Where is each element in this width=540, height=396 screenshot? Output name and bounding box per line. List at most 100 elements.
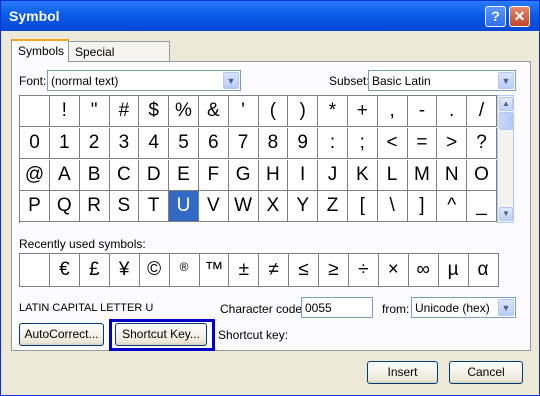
- chevron-down-icon[interactable]: ▼: [498, 72, 514, 89]
- font-select[interactable]: (normal text) ▼: [47, 70, 241, 91]
- tab-symbols[interactable]: Symbols: [11, 39, 69, 62]
- symbol-cell[interactable]: _: [467, 191, 497, 223]
- symbol-cell[interactable]: W: [228, 191, 259, 223]
- recent-symbols[interactable]: € £ ¥ © ® ™ ± ≠ ≤ ≥ ÷ × ∞ µ α: [19, 253, 499, 287]
- symbol-cell[interactable]: %: [169, 96, 199, 127]
- subset-select[interactable]: Basic Latin ▼: [368, 70, 516, 91]
- symbol-cell[interactable]: A: [49, 159, 80, 191]
- symbol-cell[interactable]: 1: [49, 127, 80, 159]
- recent-symbol-cell[interactable]: ©: [139, 254, 170, 287]
- symbol-cell[interactable]: 5: [169, 127, 199, 159]
- symbol-cell[interactable]: $: [139, 96, 170, 127]
- symbol-cell[interactable]: O: [467, 159, 497, 191]
- symbol-cell[interactable]: ;: [347, 127, 378, 159]
- recent-symbol-cell[interactable]: ¥: [109, 254, 140, 287]
- symbol-cell[interactable]: [: [347, 191, 378, 223]
- recent-symbol-cell[interactable]: €: [49, 254, 80, 287]
- symbol-cell[interactable]: ]: [407, 191, 438, 223]
- symbol-cell[interactable]: G: [228, 159, 259, 191]
- tab-special-characters[interactable]: Special Characters: [68, 41, 170, 73]
- symbol-grid-scrollbar[interactable]: ▲ ▼: [497, 95, 514, 223]
- chevron-down-icon[interactable]: ▼: [498, 299, 514, 316]
- symbol-cell[interactable]: -: [407, 96, 438, 127]
- symbol-cell[interactable]: 2: [79, 127, 110, 159]
- symbol-cell[interactable]: #: [109, 96, 140, 127]
- symbol-cell[interactable]: =: [407, 127, 438, 159]
- symbol-cell[interactable]: F: [198, 159, 229, 191]
- symbol-cell[interactable]: 8: [258, 127, 289, 159]
- symbol-cell[interactable]: 4: [139, 127, 170, 159]
- symbol-cell[interactable]: &: [198, 96, 229, 127]
- symbol-cell[interactable]: 0: [20, 127, 50, 159]
- symbol-cell[interactable]: X: [258, 191, 289, 223]
- chevron-down-icon[interactable]: ▼: [223, 72, 239, 89]
- symbol-cell[interactable]: !: [49, 96, 80, 127]
- symbol-cell[interactable]: @: [20, 159, 50, 191]
- symbol-cell[interactable]: J: [318, 159, 348, 191]
- symbol-cell[interactable]: 7: [228, 127, 259, 159]
- symbol-cell[interactable]: B: [79, 159, 110, 191]
- symbol-cell[interactable]: D: [139, 159, 170, 191]
- symbol-cell[interactable]: >: [437, 127, 468, 159]
- recent-symbol-cell[interactable]: ≤: [289, 254, 320, 287]
- symbol-cell[interactable]: <: [377, 127, 408, 159]
- recent-symbol-cell[interactable]: [20, 254, 50, 287]
- from-select[interactable]: Unicode (hex) ▼: [411, 297, 516, 318]
- symbol-cell[interactable]: (: [258, 96, 289, 127]
- symbol-grid[interactable]: ! " # $% & '() * +, -./ 0 1 2 3 4 5 6 7 8 9:; < = >? @ A B C D E F G H…: [19, 95, 497, 223]
- character-code-input[interactable]: 0055: [301, 297, 373, 318]
- recent-symbol-cell[interactable]: µ: [438, 254, 469, 287]
- scroll-down-icon[interactable]: ▼: [499, 207, 513, 221]
- recent-symbol-cell[interactable]: ™: [199, 254, 230, 287]
- symbol-cell[interactable]: ^: [437, 191, 468, 223]
- symbol-cell[interactable]: \: [377, 191, 408, 223]
- symbol-cell[interactable]: :: [318, 127, 348, 159]
- symbol-cell[interactable]: 6: [198, 127, 229, 159]
- symbol-cell[interactable]: I: [288, 159, 319, 191]
- symbol-cell[interactable]: N: [437, 159, 468, 191]
- recent-symbol-cell[interactable]: ÷: [348, 254, 379, 287]
- symbol-cell[interactable]: ?: [467, 127, 497, 159]
- symbol-cell[interactable]: /: [467, 96, 497, 127]
- symbol-cell[interactable]: T: [139, 191, 170, 223]
- symbol-cell[interactable]: U: [169, 191, 199, 223]
- recent-symbol-cell[interactable]: ®: [169, 254, 200, 287]
- symbol-cell[interactable]: H: [258, 159, 289, 191]
- insert-button[interactable]: Insert: [367, 361, 438, 384]
- close-button[interactable]: ✕: [509, 6, 530, 27]
- symbol-cell[interactable]: 9: [288, 127, 319, 159]
- recent-symbol-cell[interactable]: α: [468, 254, 499, 287]
- symbol-cell[interactable]: ': [228, 96, 259, 127]
- help-button[interactable]: ?: [485, 6, 506, 27]
- symbol-cell[interactable]: P: [20, 191, 50, 223]
- symbol-cell[interactable]: .: [437, 96, 468, 127]
- symbol-cell[interactable]: R: [79, 191, 110, 223]
- recent-symbol-cell[interactable]: £: [79, 254, 110, 287]
- symbol-cell[interactable]: M: [407, 159, 438, 191]
- symbol-cell[interactable]: Y: [288, 191, 319, 223]
- recent-symbol-cell[interactable]: ≠: [259, 254, 290, 287]
- symbol-cell[interactable]: V: [198, 191, 229, 223]
- symbol-cell[interactable]: Q: [49, 191, 80, 223]
- recent-symbol-cell[interactable]: ∞: [408, 254, 439, 287]
- recent-symbol-cell[interactable]: ±: [229, 254, 260, 287]
- scroll-up-icon[interactable]: ▲: [499, 97, 513, 111]
- recent-symbol-cell[interactable]: ×: [378, 254, 409, 287]
- symbol-cell[interactable]: +: [347, 96, 378, 127]
- shortcut-key-button[interactable]: Shortcut Key...: [115, 323, 207, 346]
- symbol-cell[interactable]: S: [109, 191, 140, 223]
- symbol-cell[interactable]: ): [288, 96, 319, 127]
- symbol-cell[interactable]: Z: [318, 191, 348, 223]
- symbol-cell[interactable]: ": [79, 96, 110, 127]
- symbol-cell[interactable]: C: [109, 159, 140, 191]
- symbol-cell[interactable]: E: [169, 159, 199, 191]
- autocorrect-button[interactable]: AutoCorrect...: [19, 323, 104, 346]
- symbol-cell[interactable]: K: [347, 159, 378, 191]
- symbol-cell[interactable]: *: [318, 96, 348, 127]
- title-bar[interactable]: Symbol ? ✕: [1, 1, 539, 31]
- symbol-cell[interactable]: L: [377, 159, 408, 191]
- cancel-button[interactable]: Cancel: [449, 361, 523, 384]
- symbol-cell[interactable]: ,: [377, 96, 408, 127]
- symbol-cell[interactable]: [20, 96, 50, 127]
- scroll-thumb[interactable]: [499, 112, 513, 130]
